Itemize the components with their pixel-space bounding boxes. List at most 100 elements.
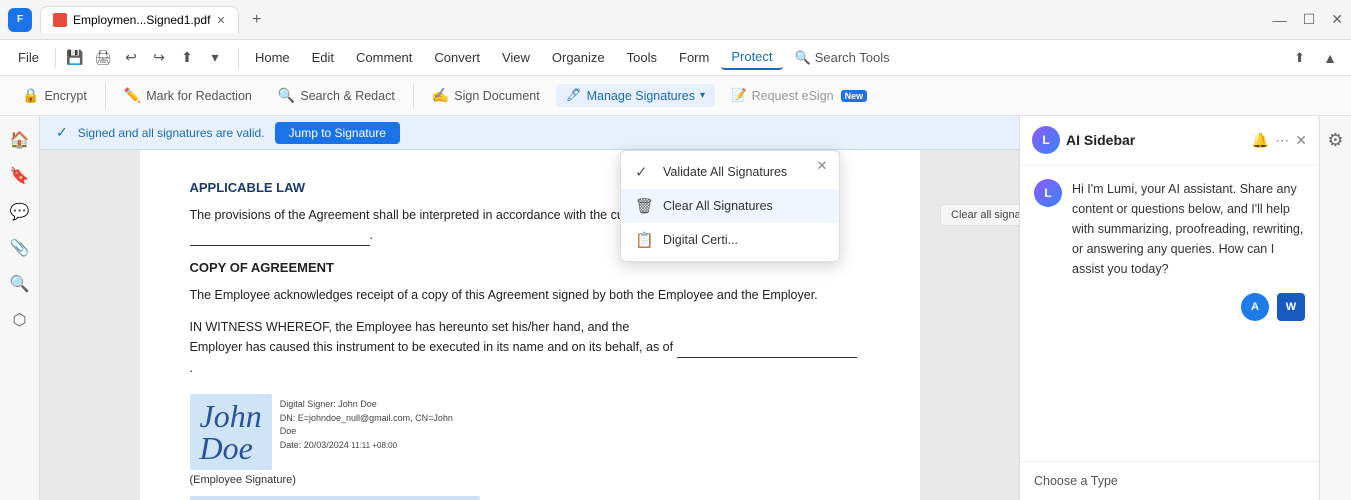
manage-signatures-button[interactable]: 🖊 Manage Signatures ▾ (556, 84, 715, 107)
request-esign-button[interactable]: 📝 Request eSign New (721, 84, 877, 107)
toolbar-divider (55, 48, 56, 68)
sidebar-attach-icon[interactable]: 📎 (4, 232, 36, 264)
left-sidebar: 🏠 🔖 💬 📎 🔍 ⬡ (0, 116, 40, 500)
menu-protect[interactable]: Protect (721, 45, 782, 70)
tab-title: Employmen...Signed1.pdf (73, 13, 210, 27)
ai-more-options-icon[interactable]: ⋯ (1275, 132, 1289, 149)
sig-detail-line1: Digital Signer: John Doe (280, 398, 453, 412)
validate-icon: ✓ (635, 163, 653, 181)
menu-comment[interactable]: Comment (346, 46, 422, 69)
collapse-button[interactable]: ▲ (1317, 45, 1343, 71)
validate-label: Validate All Signatures (663, 165, 787, 179)
menu-form[interactable]: Form (669, 46, 719, 69)
browser-tab[interactable]: Employmen...Signed1.pdf ✕ (40, 6, 239, 33)
signature-details: Digital Signer: John Doe DN: E=johndoe_n… (280, 398, 453, 452)
new-tab-button[interactable]: + (245, 8, 269, 32)
manage-signatures-label: Manage Signatures (587, 89, 695, 103)
sidebar-bookmark-icon[interactable]: 🔖 (4, 160, 36, 192)
word-avatar[interactable]: W (1277, 293, 1305, 321)
search-redact-icon: 🔍 (278, 87, 295, 104)
signature-banner: ✓ Signed and all signatures are valid. J… (40, 116, 1019, 150)
lumi-message-avatar: L (1034, 179, 1062, 207)
browser-logo: F (8, 8, 32, 32)
encrypt-button[interactable]: 🔒 Encrypt (12, 83, 97, 108)
browser-chrome: F Employmen...Signed1.pdf ✕ + — ☐ ✕ (0, 0, 1351, 40)
undo-icon-btn[interactable]: ↩ (118, 45, 144, 71)
sig-valid-icon: ✓ (56, 124, 68, 141)
choose-type-label: Choose a Type (1034, 474, 1118, 488)
toolbar-divider3 (105, 84, 106, 108)
tab-favicon (53, 13, 67, 27)
sidebar-comment-icon[interactable]: 💬 (4, 196, 36, 228)
state-field (190, 225, 370, 246)
menu-organize[interactable]: Organize (542, 46, 615, 69)
toolbar-quick-icons: 💾 🖨 ↩ ↪ ⬆ ▾ (62, 45, 228, 71)
jump-to-signature-button[interactable]: Jump to Signature (275, 122, 400, 144)
encrypt-label: Encrypt (44, 89, 86, 103)
save-icon-btn[interactable]: 💾 (62, 45, 88, 71)
dropdown-close-button[interactable]: ✕ (813, 157, 831, 175)
manage-signatures-dropdown: ✕ ✓ Validate All Signatures 🗑 Clear All … (620, 150, 840, 262)
request-esign-label: Request eSign (752, 89, 834, 103)
sign-icon: ✍ (432, 87, 449, 104)
tab-close-button[interactable]: ✕ (216, 14, 225, 27)
sidebar-home-icon[interactable]: 🏠 (4, 124, 36, 156)
ai-sidebar-body: L Hi I'm Lumi, your AI assistant. Share … (1020, 165, 1319, 461)
employee-name-field (190, 496, 480, 500)
sidebar-search-icon[interactable]: 🔍 (4, 268, 36, 300)
menu-edit[interactable]: Edit (302, 46, 344, 69)
ai-notifications-icon[interactable]: 🔔 (1252, 132, 1269, 149)
ai-greeting-text: Hi I'm Lumi, your AI assistant. Share an… (1072, 179, 1305, 279)
close-window-button[interactable]: ✕ (1331, 11, 1343, 28)
search-icon: 🔍 (795, 50, 811, 66)
search-tools-label: Search Tools (815, 50, 890, 65)
app-toolbar: File 💾 🖨 ↩ ↪ ⬆ ▾ Home Edit Comment Conve… (0, 40, 1351, 76)
share-icon-btn[interactable]: ⬆ (174, 45, 200, 71)
lumi-avatar: L (1032, 126, 1060, 154)
digital-cert-label: Digital Certi... (663, 233, 738, 247)
right-settings-panel: ⚙ (1319, 116, 1351, 500)
digital-certificate-item[interactable]: 📋 Digital Certi... (621, 223, 839, 257)
menu-view[interactable]: View (492, 46, 540, 69)
maximize-button[interactable]: ☐ (1303, 11, 1316, 28)
search-redact-button[interactable]: 🔍 Search & Redact (268, 83, 405, 108)
sig-detail-line3: Doe (280, 425, 453, 439)
manage-sig-icon: 🖊 (566, 88, 582, 103)
mark-redaction-button[interactable]: ✏️ Mark for Redaction (114, 83, 262, 108)
copy-agreement-heading: COPY OF AGREEMENT (190, 260, 870, 275)
redo-icon-btn[interactable]: ↪ (146, 45, 172, 71)
cert-icon: 📋 (635, 231, 653, 249)
ai-message-row: L Hi I'm Lumi, your AI assistant. Share … (1034, 179, 1305, 279)
menu-file[interactable]: File (8, 46, 49, 69)
menu-tools[interactable]: Tools (617, 46, 667, 69)
menu-home[interactable]: Home (245, 46, 300, 69)
clear-icon: 🗑 (635, 197, 653, 215)
search-tools-button[interactable]: 🔍 Search Tools (785, 47, 900, 69)
main-area: 🏠 🔖 💬 📎 🔍 ⬡ ✓ Signed and all signatures … (0, 116, 1351, 500)
clear-all-signatures-item[interactable]: 🗑 Clear All Signatures (621, 189, 839, 223)
browser-window-controls: — ☐ ✕ (1273, 11, 1343, 28)
ms-avatar[interactable]: A (1241, 293, 1269, 321)
ai-close-icon[interactable]: ✕ (1295, 132, 1307, 149)
minimize-button[interactable]: — (1273, 12, 1287, 28)
validate-all-signatures-item[interactable]: ✓ Validate All Signatures (621, 155, 839, 189)
mark-redaction-label: Mark for Redaction (146, 89, 252, 103)
copy-agreement-text: The Employee acknowledges receipt of a c… (190, 285, 870, 305)
dropdown-icon-btn[interactable]: ▾ (202, 45, 228, 71)
ai-sidebar-footer: Choose a Type (1020, 461, 1319, 500)
protect-toolbar: 🔒 Encrypt ✏️ Mark for Redaction 🔍 Search… (0, 76, 1351, 116)
sidebar-layers-icon[interactable]: ⬡ (4, 304, 36, 336)
redact-icon: ✏️ (124, 87, 141, 104)
ai-sidebar-header: L AI Sidebar 🔔 ⋯ ✕ (1020, 116, 1319, 165)
settings-panel-icon[interactable]: ⚙ (1320, 124, 1351, 156)
toolbar-divider2 (238, 48, 239, 68)
print-icon-btn[interactable]: 🖨 (90, 45, 116, 71)
toolbar-right: ⬆ ▲ (1286, 45, 1343, 71)
sign-document-button[interactable]: ✍ Sign Document (422, 83, 550, 108)
sig-valid-text: Signed and all signatures are valid. (78, 126, 265, 140)
upload-button[interactable]: ⬆ (1286, 47, 1313, 69)
clear-label: Clear All Signatures (663, 199, 773, 213)
ai-sidebar-title: AI Sidebar (1066, 132, 1135, 148)
dropdown-arrow-icon: ▾ (700, 90, 705, 101)
menu-convert[interactable]: Convert (424, 46, 490, 69)
